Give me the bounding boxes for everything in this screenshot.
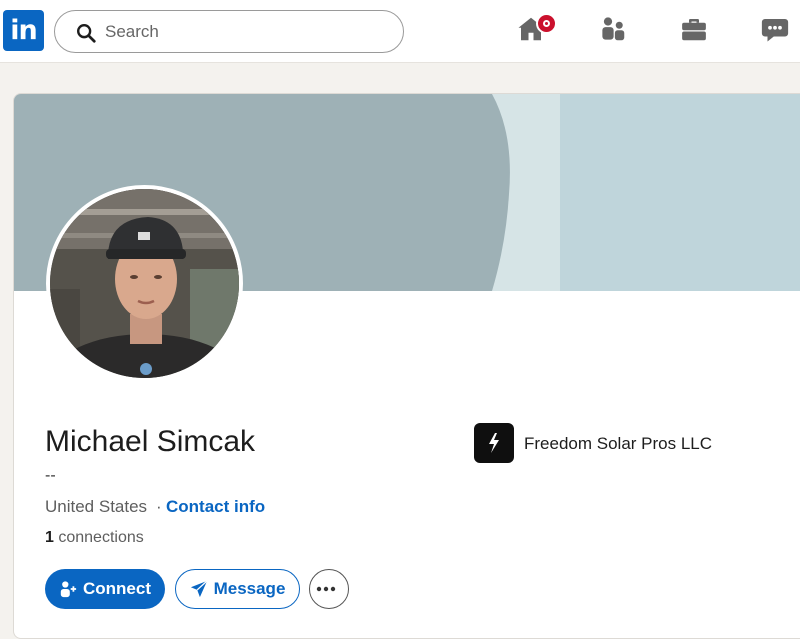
messaging-icon[interactable]	[760, 14, 790, 44]
more-actions-button[interactable]	[309, 569, 349, 609]
separator-dot: ·	[156, 497, 162, 516]
connections-label: connections	[58, 529, 144, 546]
top-nav-bar: in	[0, 0, 800, 63]
message-label: Message	[213, 579, 286, 598]
connections-number: 1	[45, 529, 54, 546]
connect-button[interactable]: Connect	[45, 569, 165, 609]
contact-info-link[interactable]: Contact info	[166, 497, 265, 517]
profile-headline: --	[45, 467, 56, 484]
my-network-icon[interactable]	[598, 14, 628, 44]
freedom-solar-logo[interactable]	[474, 423, 514, 463]
profile-location: United States	[45, 497, 148, 516]
profile-card: Michael Simcak -- United States · Contac…	[13, 93, 800, 639]
linkedin-logo[interactable]: in	[3, 10, 44, 51]
search-input[interactable]	[105, 19, 385, 45]
message-button[interactable]: Message	[175, 569, 300, 609]
connections-count[interactable]: 1 connections	[45, 529, 144, 547]
profile-avatar[interactable]	[46, 185, 243, 382]
search-box[interactable]	[54, 10, 404, 53]
add-person-icon	[60, 581, 77, 598]
notification-badge-icon	[536, 13, 557, 34]
current-company-name[interactable]: Freedom Solar Pros LLC	[524, 434, 712, 454]
ellipsis-icon	[316, 586, 336, 592]
profile-name: Michael Simcak	[45, 425, 256, 458]
send-icon	[190, 580, 208, 598]
search-icon	[77, 24, 96, 43]
connect-label: Connect	[83, 579, 151, 598]
jobs-icon[interactable]	[679, 14, 709, 44]
